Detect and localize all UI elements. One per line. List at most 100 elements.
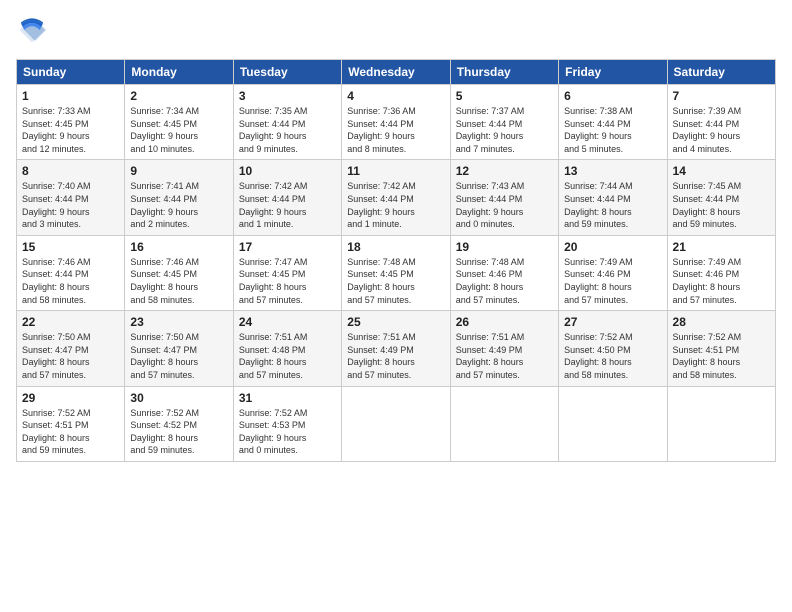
calendar-cell: 28 Sunrise: 7:52 AM Sunset: 4:51 PM Dayli… — [667, 311, 775, 386]
day-number: 27 — [564, 315, 661, 329]
day-info: Sunrise: 7:51 AM Sunset: 4:48 PM Dayligh… — [239, 331, 336, 381]
day-info: Sunrise: 7:42 AM Sunset: 4:44 PM Dayligh… — [239, 180, 336, 230]
day-info: Sunrise: 7:42 AM Sunset: 4:44 PM Dayligh… — [347, 180, 444, 230]
calendar-cell: 31 Sunrise: 7:52 AM Sunset: 4:53 PM Dayli… — [233, 386, 341, 461]
day-number: 13 — [564, 164, 661, 178]
calendar-cell — [450, 386, 558, 461]
calendar-cell: 27 Sunrise: 7:52 AM Sunset: 4:50 PM Dayli… — [559, 311, 667, 386]
day-number: 4 — [347, 89, 444, 103]
day-number: 1 — [22, 89, 119, 103]
day-info: Sunrise: 7:46 AM Sunset: 4:44 PM Dayligh… — [22, 256, 119, 306]
calendar-cell: 9 Sunrise: 7:41 AM Sunset: 4:44 PM Daylig… — [125, 160, 233, 235]
calendar-cell: 7 Sunrise: 7:39 AM Sunset: 4:44 PM Daylig… — [667, 85, 775, 160]
day-info: Sunrise: 7:46 AM Sunset: 4:45 PM Dayligh… — [130, 256, 227, 306]
calendar-week-row: 15 Sunrise: 7:46 AM Sunset: 4:44 PM Dayli… — [17, 235, 776, 310]
day-header-wednesday: Wednesday — [342, 60, 450, 85]
day-number: 9 — [130, 164, 227, 178]
calendar-cell: 11 Sunrise: 7:42 AM Sunset: 4:44 PM Dayli… — [342, 160, 450, 235]
day-number: 18 — [347, 240, 444, 254]
day-header-saturday: Saturday — [667, 60, 775, 85]
day-info: Sunrise: 7:47 AM Sunset: 4:45 PM Dayligh… — [239, 256, 336, 306]
calendar-cell: 26Sunrise: 7:51 AM Sunset: 4:49 PM Dayli… — [450, 311, 558, 386]
day-number: 20 — [564, 240, 661, 254]
calendar-cell: 4 Sunrise: 7:36 AM Sunset: 4:44 PM Daylig… — [342, 85, 450, 160]
day-info: Sunrise: 7:52 AM Sunset: 4:50 PM Dayligh… — [564, 331, 661, 381]
day-number: 19 — [456, 240, 553, 254]
calendar-cell: 16 Sunrise: 7:46 AM Sunset: 4:45 PM Dayli… — [125, 235, 233, 310]
day-info: Sunrise: 7:48 AM Sunset: 4:45 PM Dayligh… — [347, 256, 444, 306]
calendar-cell: 29Sunrise: 7:52 AM Sunset: 4:51 PM Dayli… — [17, 386, 125, 461]
day-info: Sunrise: 7:50 AM Sunset: 4:47 PM Dayligh… — [22, 331, 119, 381]
day-info: Sunrise: 7:39 AM Sunset: 4:44 PM Dayligh… — [673, 105, 770, 155]
calendar-week-row: 1Sunrise: 7:33 AM Sunset: 4:45 PM Daylig… — [17, 85, 776, 160]
calendar-cell: 23 Sunrise: 7:50 AM Sunset: 4:47 PM Dayli… — [125, 311, 233, 386]
day-number: 2 — [130, 89, 227, 103]
day-number: 25 — [347, 315, 444, 329]
day-header-thursday: Thursday — [450, 60, 558, 85]
day-info: Sunrise: 7:52 AM Sunset: 4:53 PM Dayligh… — [239, 407, 336, 457]
calendar-week-row: 8 Sunrise: 7:40 AM Sunset: 4:44 PM Daylig… — [17, 160, 776, 235]
day-info: Sunrise: 7:38 AM Sunset: 4:44 PM Dayligh… — [564, 105, 661, 155]
calendar-cell — [667, 386, 775, 461]
day-info: Sunrise: 7:51 AM Sunset: 4:49 PM Dayligh… — [347, 331, 444, 381]
day-number: 6 — [564, 89, 661, 103]
day-number: 28 — [673, 315, 770, 329]
day-number: 30 — [130, 391, 227, 405]
day-number: 15 — [22, 240, 119, 254]
day-header-tuesday: Tuesday — [233, 60, 341, 85]
calendar-cell: 1Sunrise: 7:33 AM Sunset: 4:45 PM Daylig… — [17, 85, 125, 160]
day-info: Sunrise: 7:35 AM Sunset: 4:44 PM Dayligh… — [239, 105, 336, 155]
day-number: 3 — [239, 89, 336, 103]
calendar-body: 1Sunrise: 7:33 AM Sunset: 4:45 PM Daylig… — [17, 85, 776, 462]
day-number: 21 — [673, 240, 770, 254]
calendar-cell: 22 Sunrise: 7:50 AM Sunset: 4:47 PM Dayli… — [17, 311, 125, 386]
day-number: 31 — [239, 391, 336, 405]
calendar-cell: 2 Sunrise: 7:34 AM Sunset: 4:45 PM Daylig… — [125, 85, 233, 160]
day-info: Sunrise: 7:52 AM Sunset: 4:51 PM Dayligh… — [673, 331, 770, 381]
calendar-cell: 21 Sunrise: 7:49 AM Sunset: 4:46 PM Dayli… — [667, 235, 775, 310]
day-number: 16 — [130, 240, 227, 254]
calendar-week-row: 29Sunrise: 7:52 AM Sunset: 4:51 PM Dayli… — [17, 386, 776, 461]
calendar-cell: 13Sunrise: 7:44 AM Sunset: 4:44 PM Dayli… — [559, 160, 667, 235]
day-header-friday: Friday — [559, 60, 667, 85]
calendar-cell: 30Sunrise: 7:52 AM Sunset: 4:52 PM Dayli… — [125, 386, 233, 461]
calendar-cell: 20 Sunrise: 7:49 AM Sunset: 4:46 PM Dayli… — [559, 235, 667, 310]
day-number: 7 — [673, 89, 770, 103]
day-info: Sunrise: 7:36 AM Sunset: 4:44 PM Dayligh… — [347, 105, 444, 155]
day-number: 12 — [456, 164, 553, 178]
calendar-cell: 24 Sunrise: 7:51 AM Sunset: 4:48 PM Dayli… — [233, 311, 341, 386]
day-info: Sunrise: 7:49 AM Sunset: 4:46 PM Dayligh… — [564, 256, 661, 306]
calendar-table: SundayMondayTuesdayWednesdayThursdayFrid… — [16, 59, 776, 462]
calendar-cell: 19 Sunrise: 7:48 AM Sunset: 4:46 PM Dayli… — [450, 235, 558, 310]
day-number: 24 — [239, 315, 336, 329]
calendar-cell: 10 Sunrise: 7:42 AM Sunset: 4:44 PM Dayli… — [233, 160, 341, 235]
day-number: 11 — [347, 164, 444, 178]
calendar-cell: 17Sunrise: 7:47 AM Sunset: 4:45 PM Dayli… — [233, 235, 341, 310]
calendar-cell: 15 Sunrise: 7:46 AM Sunset: 4:44 PM Dayli… — [17, 235, 125, 310]
calendar-cell: 25 Sunrise: 7:51 AM Sunset: 4:49 PM Dayli… — [342, 311, 450, 386]
day-info: Sunrise: 7:52 AM Sunset: 4:51 PM Dayligh… — [22, 407, 119, 457]
day-info: Sunrise: 7:50 AM Sunset: 4:47 PM Dayligh… — [130, 331, 227, 381]
day-header-sunday: Sunday — [17, 60, 125, 85]
day-of-week-row: SundayMondayTuesdayWednesdayThursdayFrid… — [17, 60, 776, 85]
day-info: Sunrise: 7:41 AM Sunset: 4:44 PM Dayligh… — [130, 180, 227, 230]
calendar-cell: 5 Sunrise: 7:37 AM Sunset: 4:44 PM Daylig… — [450, 85, 558, 160]
day-info: Sunrise: 7:34 AM Sunset: 4:45 PM Dayligh… — [130, 105, 227, 155]
day-number: 23 — [130, 315, 227, 329]
day-info: Sunrise: 7:49 AM Sunset: 4:46 PM Dayligh… — [673, 256, 770, 306]
day-info: Sunrise: 7:48 AM Sunset: 4:46 PM Dayligh… — [456, 256, 553, 306]
page-header — [16, 16, 776, 49]
day-info: Sunrise: 7:37 AM Sunset: 4:44 PM Dayligh… — [456, 105, 553, 155]
calendar-cell: 12Sunrise: 7:43 AM Sunset: 4:44 PM Dayli… — [450, 160, 558, 235]
calendar-cell: 6 Sunrise: 7:38 AM Sunset: 4:44 PM Daylig… — [559, 85, 667, 160]
day-number: 8 — [22, 164, 119, 178]
logo — [16, 16, 48, 49]
calendar-cell: 3 Sunrise: 7:35 AM Sunset: 4:44 PM Daylig… — [233, 85, 341, 160]
day-number: 10 — [239, 164, 336, 178]
day-header-monday: Monday — [125, 60, 233, 85]
day-number: 5 — [456, 89, 553, 103]
calendar-cell — [559, 386, 667, 461]
day-number: 14 — [673, 164, 770, 178]
day-info: Sunrise: 7:40 AM Sunset: 4:44 PM Dayligh… — [22, 180, 119, 230]
day-number: 22 — [22, 315, 119, 329]
